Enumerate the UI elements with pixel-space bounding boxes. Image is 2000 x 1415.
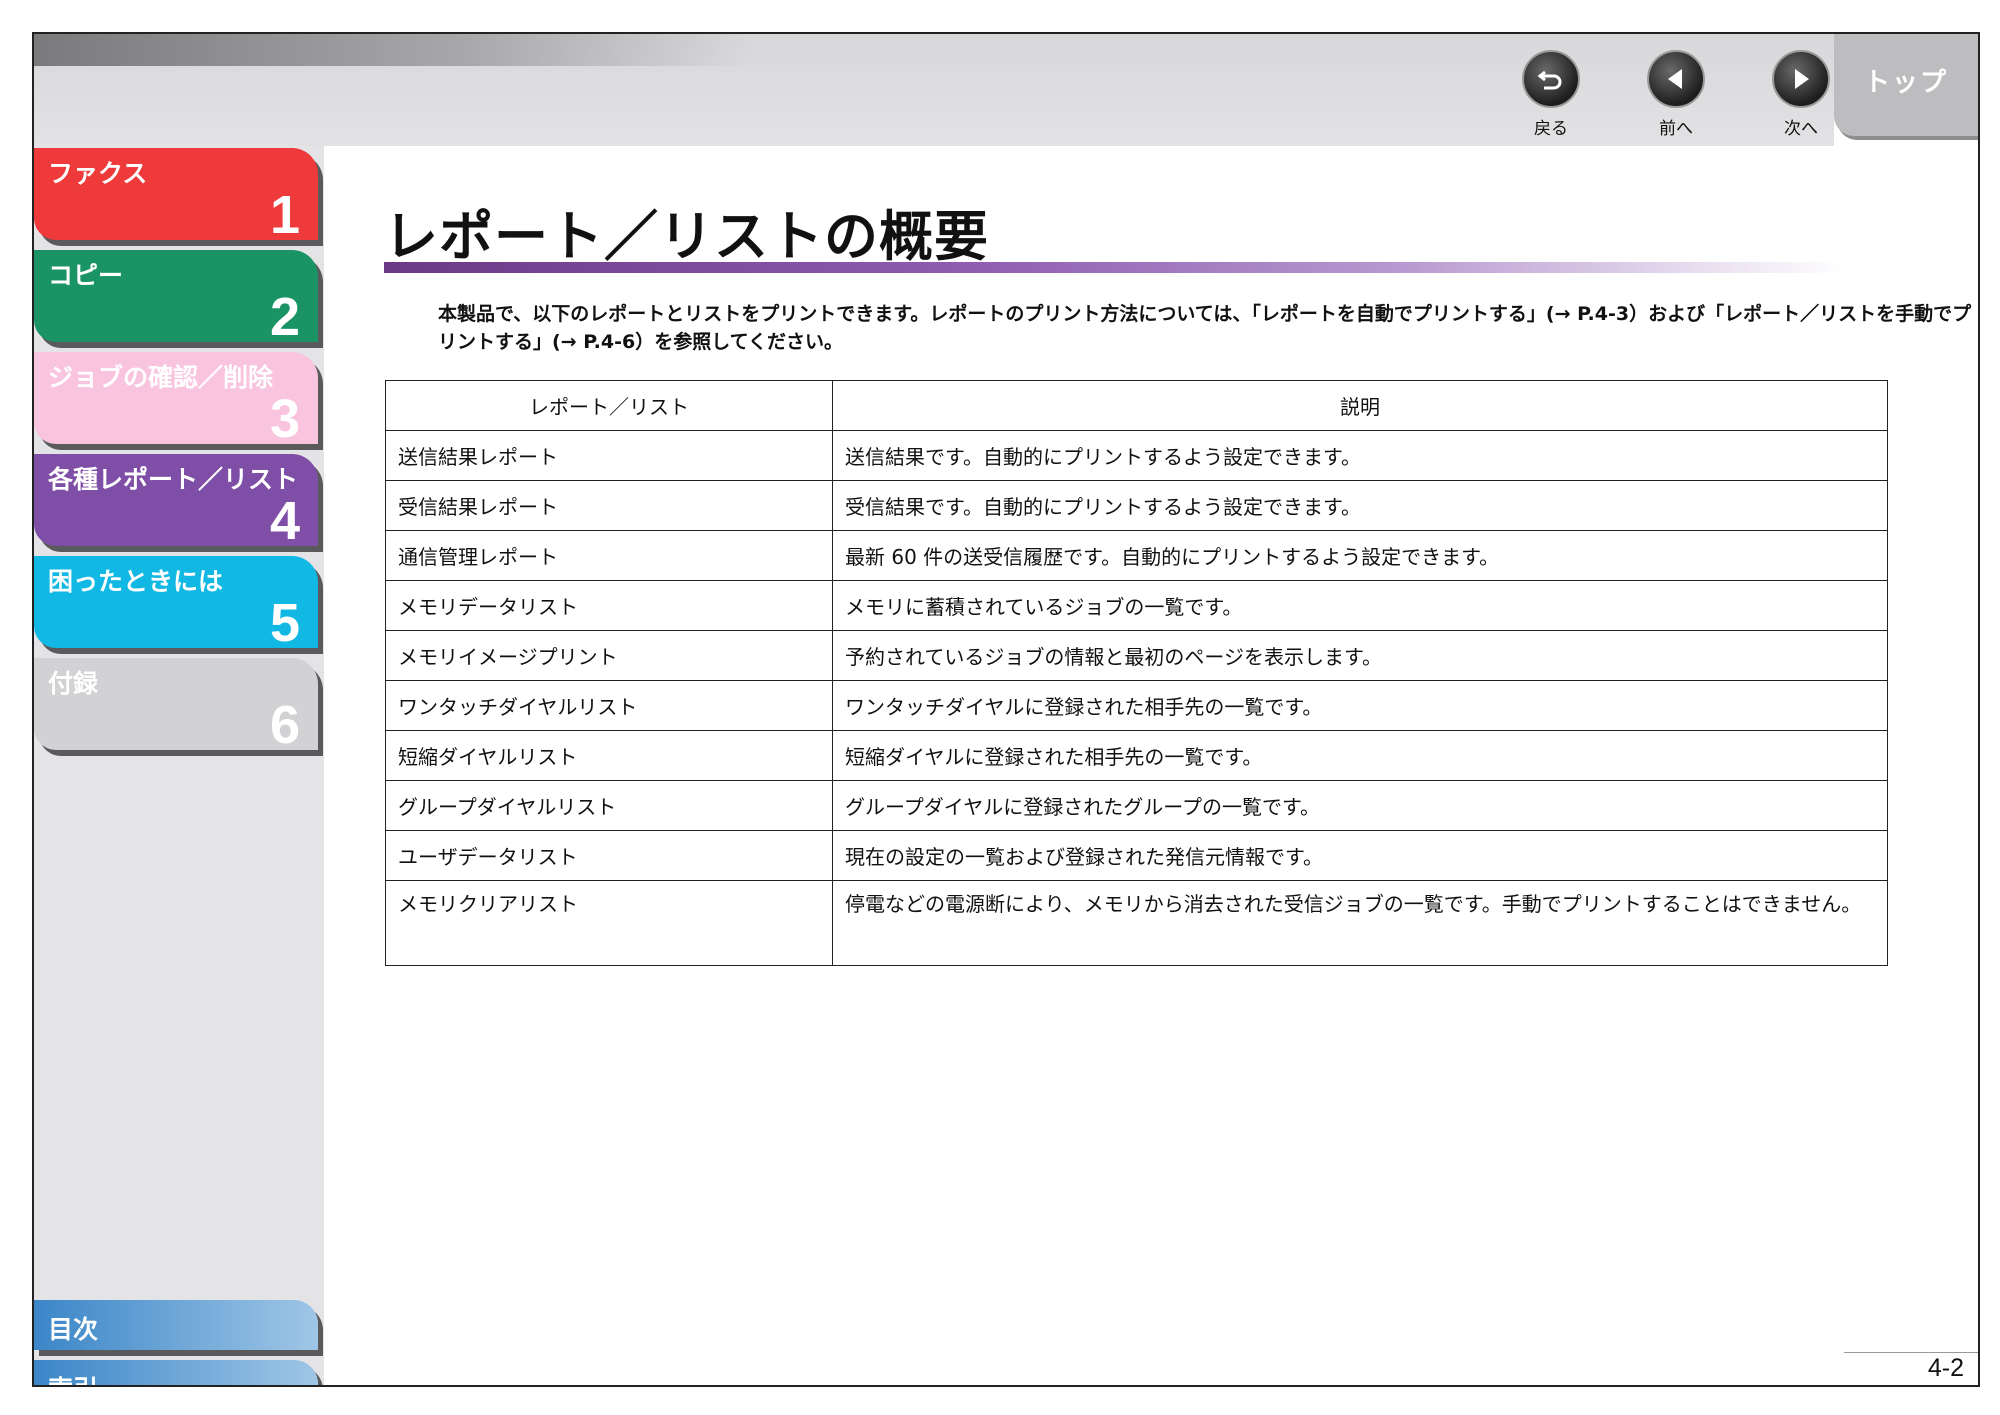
chapter-tab-fax[interactable]: ファクス 1 bbox=[34, 148, 318, 245]
chapter-tab-troubleshooting[interactable]: 困ったときには 5 bbox=[34, 556, 318, 653]
table-row: メモリクリアリスト 停電などの電源断により、メモリから消去された受信ジョブの一覧… bbox=[385, 880, 1888, 966]
prev-label: 前へ bbox=[1659, 119, 1693, 139]
page-title: レポート／リストの概要 bbox=[384, 205, 989, 268]
index-button[interactable]: 索引 bbox=[34, 1360, 318, 1385]
table-row: グループダイヤルリスト グループダイヤルに登録されたグループの一覧です。 bbox=[385, 780, 1888, 831]
chapter-number: 5 bbox=[269, 593, 300, 653]
chapter-number: 4 bbox=[269, 491, 300, 551]
table-header-row: レポート／リスト 説明 bbox=[385, 380, 1888, 431]
chapter-title: 付録 bbox=[48, 669, 99, 698]
report-name-cell: ワンタッチダイヤルリスト bbox=[385, 680, 833, 731]
table-row: メモリイメージプリント 予約されているジョブの情報と最初のページを表示します。 bbox=[385, 630, 1888, 681]
chapter-number: 3 bbox=[269, 389, 300, 449]
top-tab-label: トップ bbox=[1864, 68, 1949, 98]
top-toolbar: 戻る 前へ 次へ bbox=[34, 34, 1834, 146]
table-row: ユーザデータリスト 現在の設定の一覧および登録された発信元情報です。 bbox=[385, 830, 1888, 881]
chapter-number: 1 bbox=[269, 185, 300, 245]
triangle-right-icon bbox=[1772, 50, 1830, 108]
report-name-cell: メモリクリアリスト bbox=[385, 880, 833, 966]
description-cell: メモリに蓄積されているジョブの一覧です。 bbox=[832, 580, 1888, 631]
chapter-tab-job-check[interactable]: ジョブの確認／削除 3 bbox=[34, 352, 318, 449]
page-number: 4-2 bbox=[1927, 1354, 1964, 1382]
description-cell: 最新 60 件の送受信履歴です。自動的にプリントするよう設定できます。 bbox=[832, 530, 1888, 581]
intro-paragraph: 本製品で、以下のレポートとリストをプリントできます。レポートのプリント方法につい… bbox=[438, 303, 1972, 353]
top-page-tab[interactable]: トップ bbox=[1834, 34, 1978, 136]
chapter-tab-appendix[interactable]: 付録 6 bbox=[34, 658, 318, 755]
description-cell: 送信結果です。自動的にプリントするよう設定できます。 bbox=[832, 430, 1888, 481]
report-name-cell: メモリイメージプリント bbox=[385, 630, 833, 681]
title-underline bbox=[384, 262, 1844, 273]
chapter-sidebar: ファクス 1 コピー 2 ジョブの確認／削除 3 各種レポート／リスト 4 困っ… bbox=[34, 146, 324, 1385]
description-cell: グループダイヤルに登録されたグループの一覧です。 bbox=[832, 780, 1888, 831]
triangle-left-icon bbox=[1647, 50, 1705, 108]
next-button[interactable]: 次へ bbox=[1756, 50, 1846, 139]
description-cell: 短縮ダイヤルに登録された相手先の一覧です。 bbox=[832, 730, 1888, 781]
page-number-rule bbox=[1844, 1352, 1978, 1353]
report-name-cell: メモリデータリスト bbox=[385, 580, 833, 631]
contents-label: 目次 bbox=[48, 1315, 99, 1344]
report-name-cell: 受信結果レポート bbox=[385, 480, 833, 531]
table-row: ワンタッチダイヤルリスト ワンタッチダイヤルに登録された相手先の一覧です。 bbox=[385, 680, 1888, 731]
chapter-title: 困ったときには bbox=[48, 567, 224, 596]
chapter-number: 2 bbox=[269, 287, 300, 347]
prev-button[interactable]: 前へ bbox=[1631, 50, 1721, 139]
index-label: 索引 bbox=[48, 1370, 98, 1385]
chapter-title: コピー bbox=[48, 261, 124, 290]
report-name-cell: ユーザデータリスト bbox=[385, 830, 833, 881]
table-row: 受信結果レポート 受信結果です。自動的にプリントするよう設定できます。 bbox=[385, 480, 1888, 531]
contents-button[interactable]: 目次 bbox=[34, 1300, 318, 1350]
table-row: 通信管理レポート 最新 60 件の送受信履歴です。自動的にプリントするよう設定で… bbox=[385, 530, 1888, 581]
chapter-title: ジョブの確認／削除 bbox=[48, 363, 274, 392]
description-cell: 受信結果です。自動的にプリントするよう設定できます。 bbox=[832, 480, 1888, 531]
back-label: 戻る bbox=[1534, 119, 1568, 139]
description-cell: 現在の設定の一覧および登録された発信元情報です。 bbox=[832, 830, 1888, 881]
chapter-number: 6 bbox=[269, 695, 300, 755]
column-header-description: 説明 bbox=[832, 380, 1888, 431]
toolbar-gradient bbox=[34, 34, 754, 66]
report-name-cell: 送信結果レポート bbox=[385, 430, 833, 481]
report-name-cell: グループダイヤルリスト bbox=[385, 780, 833, 831]
table-row: 送信結果レポート 送信結果です。自動的にプリントするよう設定できます。 bbox=[385, 430, 1888, 481]
description-cell: 予約されているジョブの情報と最初のページを表示します。 bbox=[832, 630, 1888, 681]
report-name-cell: 通信管理レポート bbox=[385, 530, 833, 581]
back-arrow-icon bbox=[1522, 50, 1580, 108]
description-cell: 停電などの電源断により、メモリから消去された受信ジョブの一覧です。手動でプリント… bbox=[832, 880, 1888, 966]
chapter-title: 各種レポート／リスト bbox=[48, 465, 299, 494]
column-header-report: レポート／リスト bbox=[385, 380, 833, 431]
back-button[interactable]: 戻る bbox=[1506, 50, 1596, 139]
report-list-table: レポート／リスト 説明 送信結果レポート 送信結果です。自動的にプリントするよう… bbox=[385, 380, 1888, 966]
chapter-tab-copy[interactable]: コピー 2 bbox=[34, 250, 318, 347]
document-page: 戻る 前へ 次へ トップ ファクス 1 コピー 2 ジョブの確認／削除 3 各種… bbox=[32, 32, 1980, 1387]
report-name-cell: 短縮ダイヤルリスト bbox=[385, 730, 833, 781]
table-row: メモリデータリスト メモリに蓄積されているジョブの一覧です。 bbox=[385, 580, 1888, 631]
next-label: 次へ bbox=[1784, 119, 1818, 139]
description-cell: ワンタッチダイヤルに登録された相手先の一覧です。 bbox=[832, 680, 1888, 731]
chapter-tab-reports[interactable]: 各種レポート／リスト 4 bbox=[34, 454, 318, 551]
chapter-title: ファクス bbox=[48, 159, 148, 188]
table-row: 短縮ダイヤルリスト 短縮ダイヤルに登録された相手先の一覧です。 bbox=[385, 730, 1888, 781]
